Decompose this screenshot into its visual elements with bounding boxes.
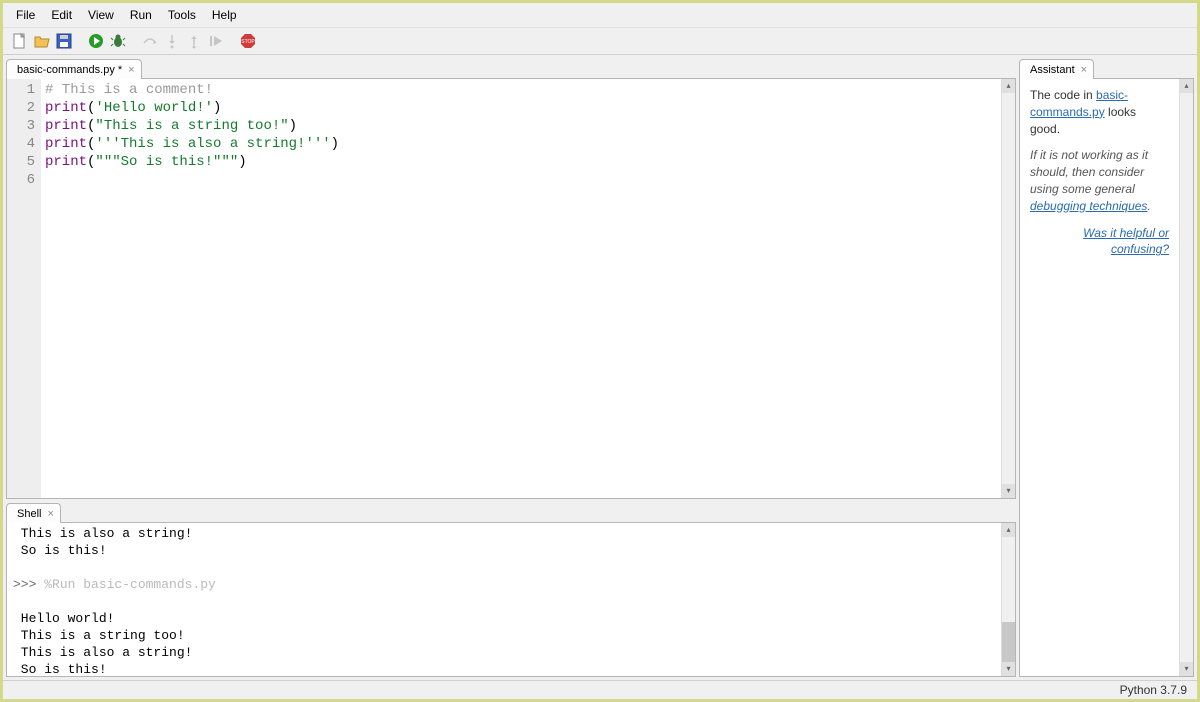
shell-output[interactable]: This is also a string! So is this! >>> %… — [7, 523, 1001, 676]
assistant-debug-link[interactable]: debugging techniques — [1030, 199, 1147, 213]
save-disk-icon — [56, 33, 72, 49]
open-folder-icon — [34, 33, 50, 49]
save-button[interactable] — [55, 32, 73, 50]
menu-edit[interactable]: Edit — [43, 5, 80, 25]
stop-icon: STOP — [240, 33, 256, 49]
shell-panel: Shell × This is also a string! So is thi… — [6, 502, 1016, 677]
menu-view[interactable]: View — [80, 5, 122, 25]
assistant-feedback-link[interactable]: Was it helpful or confusing? — [1030, 225, 1169, 259]
menu-tools[interactable]: Tools — [160, 5, 204, 25]
close-icon[interactable]: × — [1081, 64, 1087, 76]
svg-text:STOP: STOP — [241, 39, 255, 45]
shell-scrollbar[interactable]: ▴ ▾ — [1001, 523, 1015, 676]
assistant-panel: Assistant × The code in basic-commands.p… — [1019, 58, 1194, 677]
scroll-down-icon[interactable]: ▾ — [1002, 662, 1015, 676]
scroll-up-icon[interactable]: ▴ — [1002, 523, 1015, 537]
scroll-up-icon[interactable]: ▴ — [1180, 79, 1193, 93]
step-over-button[interactable] — [141, 32, 159, 50]
run-play-icon — [88, 33, 104, 49]
assistant-tab-label: Assistant — [1030, 64, 1075, 76]
menu-file[interactable]: File — [8, 5, 43, 25]
new-file-icon — [12, 33, 28, 49]
assistant-scrollbar[interactable]: ▴ ▾ — [1179, 79, 1193, 676]
debug-bug-icon — [110, 33, 126, 49]
resume-icon — [208, 33, 224, 49]
menu-help[interactable]: Help — [204, 5, 245, 25]
menu-run[interactable]: Run — [122, 5, 160, 25]
editor-panel: basic-commands.py * × 123456 # This is a… — [6, 58, 1016, 499]
editor-tab-label: basic-commands.py * — [17, 64, 122, 76]
debug-button[interactable] — [109, 32, 127, 50]
scroll-down-icon[interactable]: ▾ — [1180, 662, 1193, 676]
assistant-content: The code in basic-commands.py looks good… — [1020, 79, 1179, 676]
step-out-icon — [186, 33, 202, 49]
code-editor[interactable]: # This is a comment! print('Hello world!… — [41, 79, 1001, 498]
new-file-button[interactable] — [11, 32, 29, 50]
shell-tab-label: Shell — [17, 508, 41, 520]
close-icon[interactable]: × — [47, 508, 53, 520]
shell-tab[interactable]: Shell × — [6, 503, 61, 523]
editor-scrollbar[interactable]: ▴ ▾ — [1001, 79, 1015, 498]
resume-button[interactable] — [207, 32, 225, 50]
stop-button[interactable]: STOP — [239, 32, 257, 50]
scroll-down-icon[interactable]: ▾ — [1002, 484, 1015, 498]
step-into-button[interactable] — [163, 32, 181, 50]
python-version-label[interactable]: Python 3.7.9 — [1120, 683, 1187, 697]
step-over-icon — [142, 33, 158, 49]
editor-tab[interactable]: basic-commands.py * × — [6, 59, 142, 79]
line-gutter: 123456 — [7, 79, 41, 498]
step-into-icon — [164, 33, 180, 49]
toolbar: STOP — [3, 28, 1197, 55]
assistant-tab[interactable]: Assistant × — [1019, 59, 1094, 79]
close-icon[interactable]: × — [128, 64, 134, 76]
scroll-up-icon[interactable]: ▴ — [1002, 79, 1015, 93]
run-button[interactable] — [87, 32, 105, 50]
menu-bar: File Edit View Run Tools Help — [3, 3, 1197, 28]
open-button[interactable] — [33, 32, 51, 50]
scroll-thumb[interactable] — [1002, 622, 1015, 662]
step-out-button[interactable] — [185, 32, 203, 50]
status-bar: Python 3.7.9 — [3, 680, 1197, 699]
